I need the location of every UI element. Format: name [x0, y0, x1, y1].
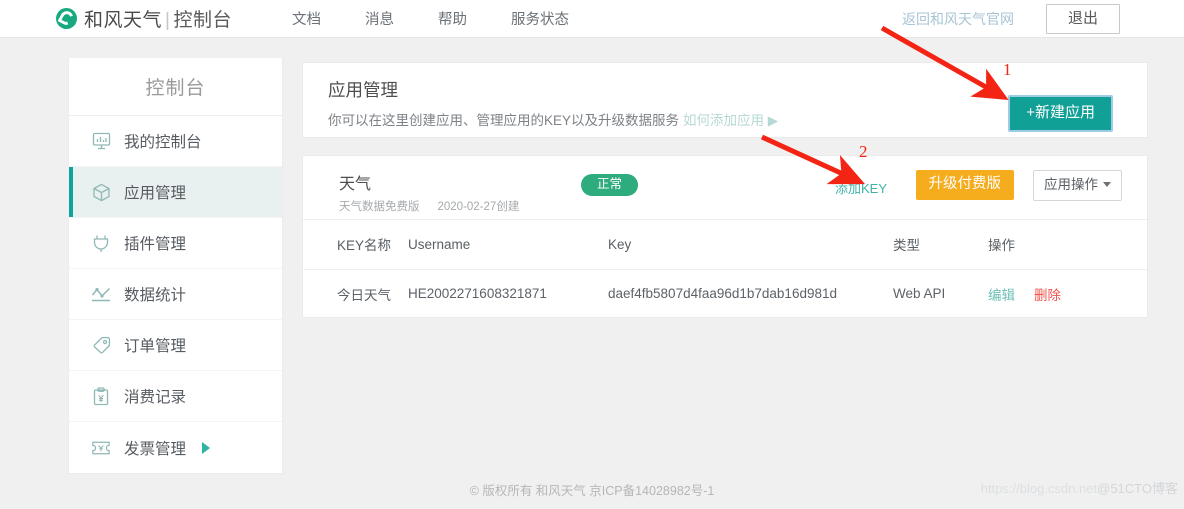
keys-table-body: 今日天气 HE2002271608321871 daef4fb5807d4faa… [303, 269, 1147, 318]
new-app-button[interactable]: +新建应用 [1008, 95, 1113, 132]
column-header-key: Key [608, 220, 893, 270]
cell-key: daef4fb5807d4faa96d1b7dab16d981d [608, 286, 837, 302]
column-header-key-name: KEY名称 [303, 220, 408, 270]
app-card: 天气 正常 天气数据免费版 2020-02-27创建 添加KEY 升级付费版 应用… [302, 155, 1148, 318]
cell-actions: 编辑 删除 [988, 269, 1147, 318]
header-right-group: 返回和风天气官网 退出 [902, 0, 1184, 38]
cell-key-name: 今日天气 [337, 287, 391, 303]
column-header-type: 类型 [893, 220, 988, 270]
table-header-row: KEY名称 Username Key 类型 操作 [303, 220, 1147, 270]
sidebar-item-plugin-management[interactable]: 插件管理 [69, 218, 282, 269]
app-plan: 天气数据免费版 [339, 201, 420, 213]
sidebar-item-label: 订单管理 [124, 338, 187, 355]
chevron-down-icon [1103, 182, 1111, 187]
nav-item-messages[interactable]: 消息 [365, 8, 394, 29]
sidebar-item-label: 我的控制台 [124, 134, 202, 151]
top-header: 和风天气 | 控制台 文档 消息 帮助 服务状态 返回和风天气官网 退出 [0, 0, 1184, 38]
watermark-url: https://blog.csdn.net [980, 481, 1098, 496]
sidebar-item-order-management[interactable]: 订单管理 [69, 320, 282, 371]
nav-item-service-status[interactable]: 服务状态 [511, 8, 569, 29]
chevron-right-icon[interactable] [202, 441, 211, 454]
annotation-number-2: 2 [859, 142, 868, 161]
back-to-site-link[interactable]: 返回和风天气官网 [902, 9, 1014, 29]
brand-separator: | [165, 10, 171, 31]
brand-logo[interactable]: 和风天气 | 控制台 [56, 5, 232, 32]
column-header-username: Username [408, 220, 608, 270]
cell-username: HE2002271608321871 [408, 286, 547, 302]
clipboard-yuan-icon [91, 386, 111, 406]
sidebar-item-invoice-management[interactable]: 发票管理 [69, 422, 282, 473]
watermark-tag: @51CTO博客 [1097, 481, 1178, 496]
sidebar-title: 控制台 [69, 58, 282, 116]
sidebar: 控制台 我的控制台 应用管理 插件管理 数据统计 订单管理 消费记录 发票管理 [68, 58, 283, 474]
status-badge: 正常 [581, 174, 639, 196]
sidebar-item-my-console[interactable]: 我的控制台 [69, 116, 282, 167]
plugin-icon [91, 233, 111, 253]
sidebar-item-consumption-records[interactable]: 消费记录 [69, 371, 282, 422]
table-row: 今日天气 HE2002271608321871 daef4fb5807d4faa… [303, 269, 1147, 318]
nav-item-help[interactable]: 帮助 [438, 8, 467, 29]
edit-key-link[interactable]: 编辑 [988, 288, 1015, 303]
brand-text: 和风天气 | 控制台 [84, 5, 232, 32]
keys-table: KEY名称 Username Key 类型 操作 今日天气 HE20022716… [303, 220, 1147, 318]
add-key-link[interactable]: 添加KEY [835, 178, 887, 197]
app-name: 天气 [339, 176, 372, 193]
watermark: https://blog.csdn.net@51CTO博客 [981, 478, 1178, 497]
sidebar-item-data-statistics[interactable]: 数据统计 [69, 269, 282, 320]
logout-button[interactable]: 退出 [1045, 3, 1120, 35]
cube-icon [91, 182, 111, 202]
app-operations-dropdown[interactable]: 应用操作 [1033, 170, 1122, 201]
app-card-header: 天气 正常 天气数据免费版 2020-02-27创建 添加KEY 升级付费版 应用… [303, 156, 1147, 220]
cell-type: Web API [893, 286, 946, 302]
ticket-yuan-icon [91, 438, 111, 458]
keys-table-head: KEY名称 Username Key 类型 操作 [303, 220, 1147, 270]
hefeng-swirl-logo-icon [56, 8, 77, 29]
annotation-number-1: 1 [1003, 60, 1012, 79]
main-nav: 文档 消息 帮助 服务状态 [292, 8, 569, 29]
upgrade-plan-button[interactable]: 升级付费版 [915, 170, 1014, 200]
app-meta: 天气数据免费版 2020-02-27创建 [339, 198, 519, 214]
column-header-actions: 操作 [988, 220, 1147, 270]
sidebar-item-label: 插件管理 [124, 236, 187, 253]
how-to-add-app-link[interactable]: 如何添加应用 ▶ [683, 113, 778, 128]
sidebar-item-app-management[interactable]: 应用管理 [69, 167, 282, 218]
sidebar-item-label: 应用管理 [124, 185, 187, 202]
sidebar-item-label: 发票管理 [124, 440, 187, 458]
dashboard-chart-icon [91, 131, 111, 151]
sidebar-item-label: 数据统计 [124, 287, 187, 304]
page-description-text: 你可以在这里创建应用、管理应用的KEY以及升级数据服务 [328, 113, 680, 128]
nav-item-docs[interactable]: 文档 [292, 8, 321, 29]
sidebar-item-label: 消费记录 [124, 389, 187, 406]
tag-icon [91, 335, 111, 355]
line-chart-icon [91, 284, 111, 304]
brand-subtitle: 控制台 [173, 10, 232, 31]
app-created-date: 2020-02-27创建 [437, 201, 520, 213]
brand-name: 和风天气 [84, 10, 163, 31]
app-operations-label: 应用操作 [1044, 177, 1098, 192]
delete-key-link[interactable]: 删除 [1034, 288, 1061, 303]
console-page: 和风天气|控制台 文档 消息 帮助 服务状态 返回和风天气官网 退出 控制台 [0, 0, 1184, 509]
page-header-card: 应用管理 你可以在这里创建应用、管理应用的KEY以及升级数据服务 如何添加应用 ▶… [302, 62, 1148, 138]
